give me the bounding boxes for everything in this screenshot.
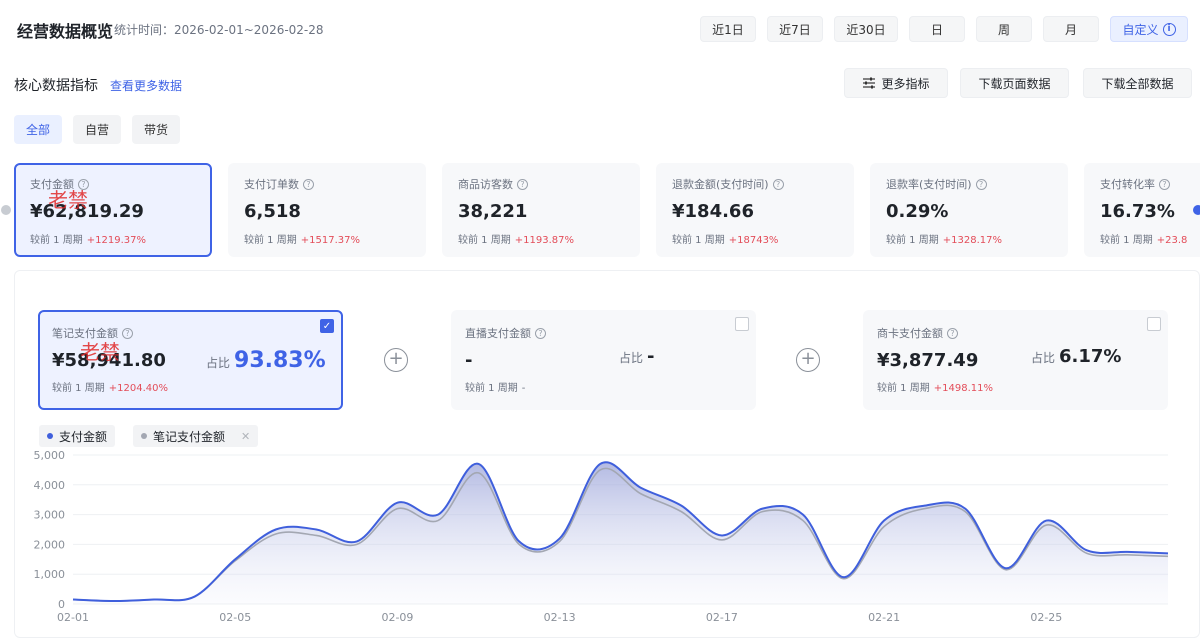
series-area-pay-amount: [73, 462, 1168, 604]
x-tick-label: 02-13: [544, 611, 576, 624]
trend-chart: 0 1,000 2,000 3,000 4,000 5,000 02-01 02-05 02-…: [34, 449, 1169, 624]
x-tick-label: 02-05: [219, 611, 251, 624]
x-tick-label: 02-21: [868, 611, 900, 624]
x-tick-label: 02-17: [706, 611, 738, 624]
x-tick-label: 02-01: [57, 611, 89, 624]
y-tick-label: 2,000: [34, 538, 66, 551]
y-tick-label: 1,000: [34, 568, 66, 581]
x-tick-label: 02-25: [1030, 611, 1062, 624]
y-tick-label: 0: [58, 598, 65, 611]
y-tick-label: 3,000: [34, 509, 66, 522]
y-tick-label: 4,000: [34, 479, 66, 492]
y-tick-label: 5,000: [34, 449, 66, 462]
x-tick-label: 02-09: [381, 611, 413, 624]
